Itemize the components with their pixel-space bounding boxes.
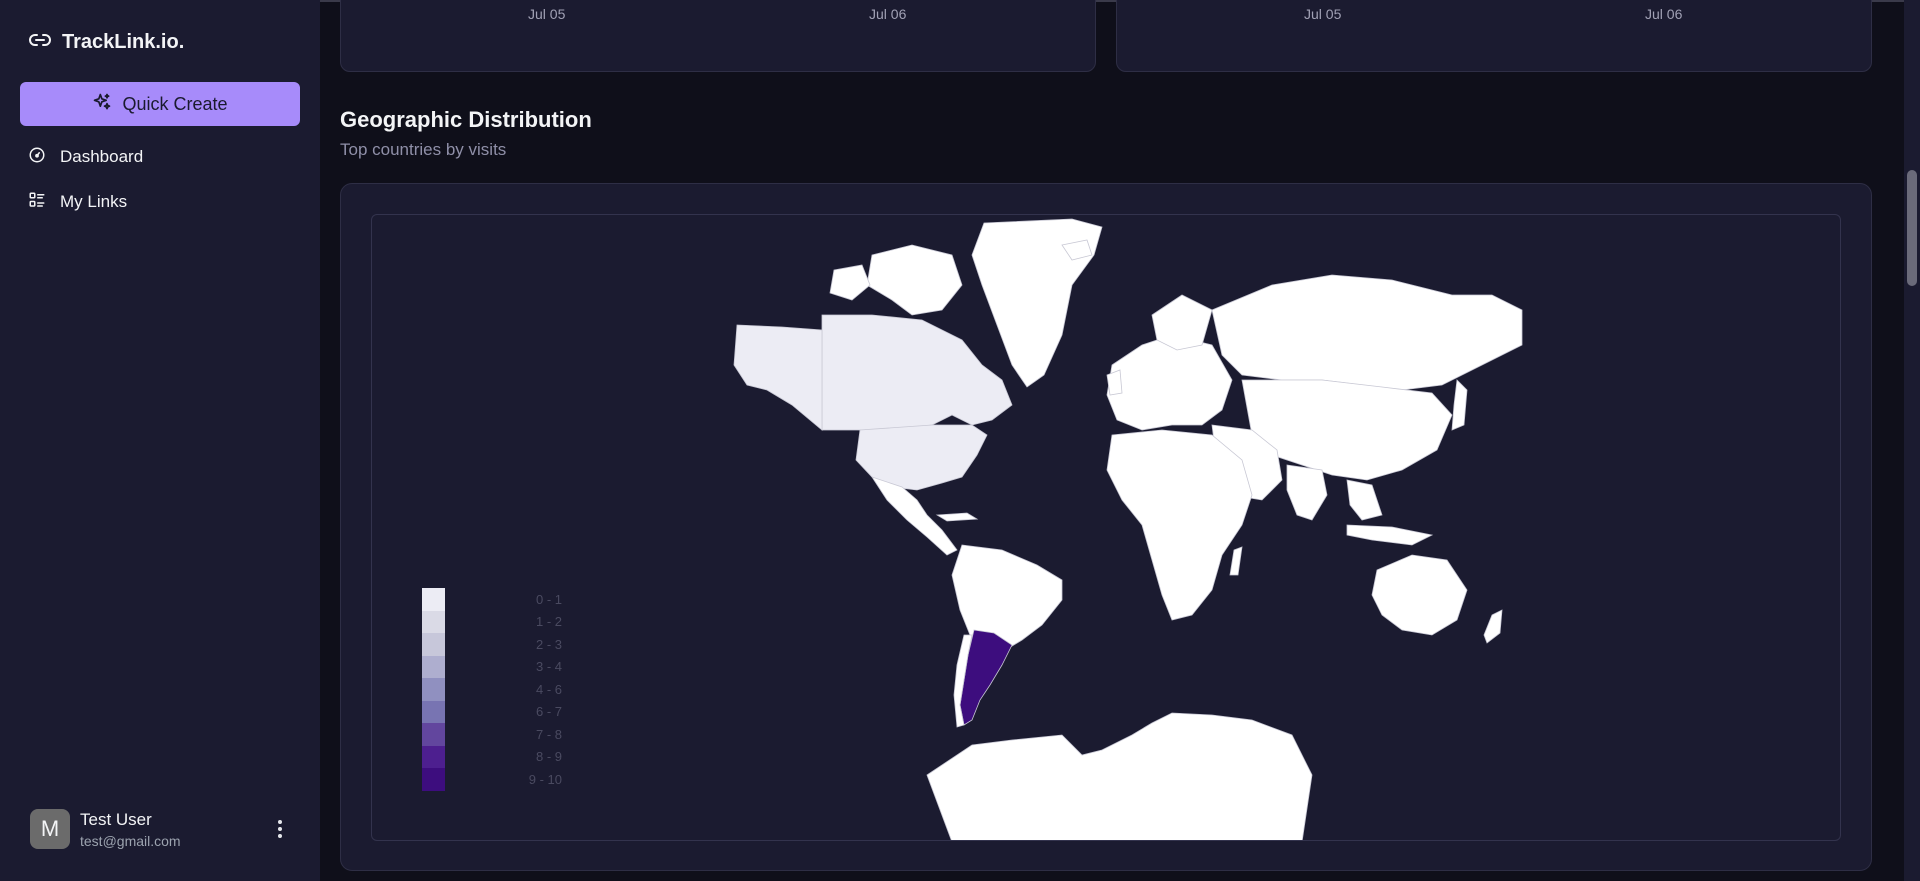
legend-label: 3 - 4 (535, 659, 562, 674)
brand-name: TrackLink.io. (62, 30, 185, 53)
map-legend: 0 - 1 1 - 2 2 - 3 3 - 4 4 - 6 6 - 7 7 - … (422, 588, 562, 792)
user-email: test@gmail.com (80, 833, 181, 849)
legend-swatch (422, 678, 445, 701)
country-indonesia (1346, 524, 1434, 546)
country-arctic-islands (829, 264, 871, 301)
legend-swatch (422, 588, 445, 611)
sidebar-item-label: Dashboard (60, 147, 144, 166)
page-scrollbar[interactable] (1904, 0, 1920, 881)
quick-create-button[interactable]: Quick Create (20, 82, 300, 126)
country-canada (821, 314, 1013, 431)
app: TrackLink.io. Quick Create Dashboard My … (0, 0, 1920, 881)
country-southeast-asia (1346, 479, 1383, 521)
country-africa (1106, 429, 1253, 621)
x-tick-label: Jul 06 (869, 6, 907, 22)
avatar: M (30, 809, 70, 849)
sidebar-item-my-links[interactable]: My Links (28, 188, 127, 216)
legend-label: 4 - 6 (535, 682, 562, 697)
link-icon (28, 28, 52, 57)
more-vertical-icon[interactable] (270, 817, 290, 841)
chart-card: Jul 05 Jul 06 (340, 0, 1096, 72)
gauge-icon (28, 146, 46, 169)
brand[interactable]: TrackLink.io. (28, 28, 184, 56)
country-new-zealand (1483, 609, 1503, 644)
legend-label: 2 - 3 (535, 637, 562, 652)
country-scandinavia (1151, 294, 1213, 351)
country-united-kingdom (1106, 369, 1123, 396)
legend-label: 8 - 9 (535, 749, 562, 764)
quick-create-label: Quick Create (122, 93, 228, 114)
legend-swatch (422, 655, 445, 678)
legend-swatch (422, 633, 445, 656)
sidebar: TrackLink.io. Quick Create Dashboard My … (0, 0, 320, 881)
country-alaska (733, 324, 823, 431)
country-arctic-islands (866, 244, 963, 316)
x-tick-label: Jul 05 (528, 6, 566, 22)
legend-label: 6 - 7 (535, 704, 562, 719)
scrollbar-thumb[interactable] (1907, 170, 1917, 286)
x-tick-label: Jul 05 (1304, 6, 1342, 22)
section-title: Geographic Distribution (340, 107, 592, 132)
country-japan (1451, 379, 1468, 431)
world-map[interactable] (372, 215, 1841, 841)
user-name: Test User (80, 810, 152, 829)
geo-map-card: 0 - 1 1 - 2 2 - 3 3 - 4 4 - 6 6 - 7 7 - … (340, 183, 1872, 871)
sparkles-icon (92, 92, 112, 117)
legend-swatch (422, 768, 445, 791)
country-india (1286, 464, 1328, 521)
legend-label: 7 - 8 (535, 727, 562, 742)
section-subtitle: Top countries by visits (340, 140, 507, 159)
list-icon (28, 191, 46, 214)
legend-swatch (422, 610, 445, 633)
chart-card: Jul 05 Jul 06 (1116, 0, 1872, 72)
legend-label: 1 - 2 (535, 614, 562, 629)
legend-label: 9 - 10 (528, 772, 562, 787)
legend-swatch (422, 723, 445, 746)
country-madagascar (1229, 546, 1243, 576)
sidebar-item-dashboard[interactable]: Dashboard (28, 143, 143, 171)
legend-label: 0 - 1 (535, 592, 562, 607)
country-cuba (935, 512, 979, 522)
country-europe (1106, 334, 1233, 431)
map-container[interactable]: 0 - 1 1 - 2 2 - 3 3 - 4 4 - 6 6 - 7 7 - … (371, 214, 1841, 841)
legend-swatch (422, 700, 445, 723)
sidebar-item-label: My Links (60, 192, 128, 211)
x-tick-label: Jul 06 (1645, 6, 1683, 22)
user-profile[interactable]: M Test User test@gmail.com (30, 809, 300, 851)
country-antarctica (926, 712, 1313, 840)
country-russia (1211, 274, 1523, 391)
legend-swatch (422, 745, 445, 768)
country-australia (1371, 554, 1468, 636)
